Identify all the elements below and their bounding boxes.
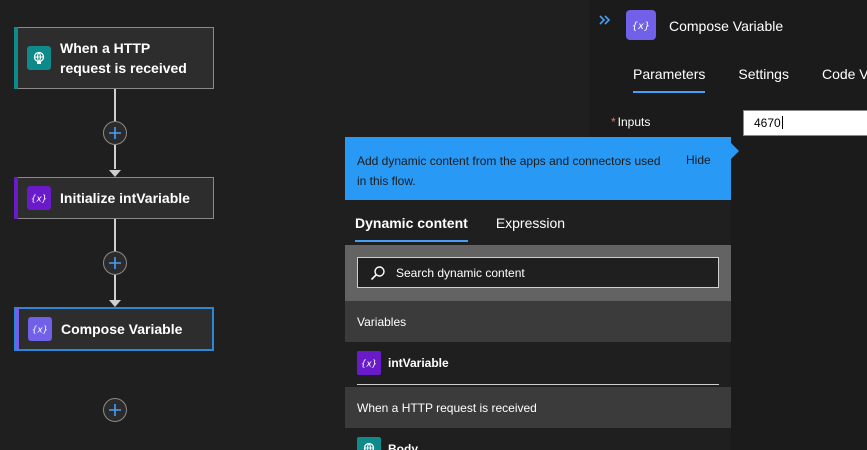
- add-step-button[interactable]: [103, 251, 127, 275]
- action-card-compose[interactable]: {x} Compose Variable: [14, 307, 214, 351]
- variable-icon: {x}: [357, 350, 381, 375]
- tab-dynamic-content[interactable]: Dynamic content: [355, 215, 468, 242]
- card-accent: [14, 27, 18, 89]
- tab-code-view[interactable]: Code Vi: [822, 66, 867, 93]
- text-caret: [781, 116, 783, 129]
- svg-text:{x}: {x}: [632, 21, 651, 32]
- action-card-initialize-variable[interactable]: {x} Initialize intVariable: [14, 177, 214, 219]
- dynamic-content-popup: Add dynamic content from the apps and co…: [345, 137, 731, 450]
- panel-tabs: Parameters Settings Code Vi: [633, 66, 867, 93]
- http-request-icon: [357, 436, 381, 450]
- popup-tabs: Dynamic content Expression: [355, 215, 593, 242]
- tab-settings[interactable]: Settings: [738, 66, 789, 93]
- plus-icon: [109, 257, 121, 269]
- inputs-value: 4670: [754, 116, 781, 130]
- inputs-label-text: Inputs: [617, 115, 651, 129]
- plus-icon: [109, 404, 121, 416]
- http-request-icon: [27, 46, 51, 70]
- inputs-label: * Inputs: [611, 115, 650, 129]
- trigger-card-http-request[interactable]: When a HTTP request is received: [14, 27, 214, 89]
- popup-description: Add dynamic content from the apps and co…: [357, 154, 661, 188]
- compose-icon: {x}: [626, 10, 656, 40]
- dynamic-item-intvariable[interactable]: {x} intVariable: [345, 342, 731, 383]
- required-marker: *: [611, 115, 616, 129]
- svg-text:{x}: {x}: [361, 359, 378, 369]
- dynamic-item-label: intVariable: [388, 355, 449, 370]
- card-accent: [14, 177, 18, 219]
- dynamic-item-label: Body: [388, 441, 418, 450]
- variable-icon: {x}: [27, 186, 51, 210]
- dynamic-item-body[interactable]: Body: [345, 428, 731, 450]
- arrowhead: [109, 170, 121, 177]
- card-title: When a HTTP request is received: [60, 40, 187, 76]
- card-title: Compose Variable: [61, 321, 183, 337]
- inputs-field[interactable]: 4670: [743, 110, 867, 136]
- panel-title: Compose Variable: [669, 18, 784, 34]
- tab-parameters[interactable]: Parameters: [633, 66, 706, 93]
- search-input[interactable]: Search dynamic content: [357, 257, 719, 288]
- section-header-http-trigger: When a HTTP request is received: [345, 387, 731, 428]
- collapse-panel-icon[interactable]: [597, 12, 613, 28]
- add-step-button[interactable]: [103, 121, 127, 145]
- search-band: Search dynamic content: [345, 245, 731, 301]
- search-icon: [370, 265, 385, 280]
- tab-expression[interactable]: Expression: [496, 215, 565, 241]
- popup-pointer: [731, 143, 739, 159]
- svg-text:{x}: {x}: [31, 195, 48, 205]
- section-header-variables: Variables: [345, 301, 731, 342]
- item-divider: [357, 384, 719, 385]
- plus-icon: [109, 127, 121, 139]
- compose-icon: {x}: [28, 317, 52, 341]
- arrowhead: [109, 300, 121, 307]
- search-placeholder: Search dynamic content: [396, 265, 525, 280]
- card-accent: [15, 308, 19, 350]
- popup-header: Add dynamic content from the apps and co…: [345, 137, 731, 200]
- card-title: Initialize intVariable: [60, 190, 190, 206]
- svg-text:{x}: {x}: [32, 326, 49, 336]
- add-step-button[interactable]: [103, 398, 127, 422]
- hide-button[interactable]: Hide: [686, 153, 711, 167]
